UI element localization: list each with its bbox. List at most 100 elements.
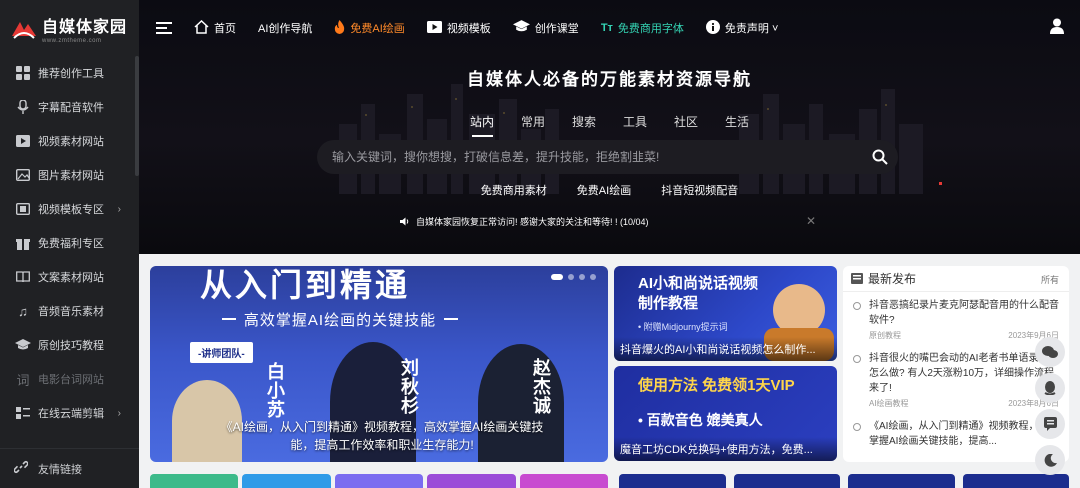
nav-free-ai-painting[interactable]: 免费AI绘画 (334, 19, 405, 37)
nav-home[interactable]: 首页 (194, 19, 236, 37)
nav-label: 免责声明 ˅ (724, 23, 779, 35)
close-icon[interactable]: ✕ (806, 214, 816, 228)
user-icon[interactable] (1050, 18, 1064, 34)
site-logo[interactable]: 自媒体家园 www.zmtheme.com (0, 0, 139, 56)
menu-toggle-icon[interactable] (156, 22, 172, 34)
nav-creation-class[interactable]: 创作课堂 (512, 20, 579, 36)
sidebar-footer-label: 友情链接 (38, 463, 82, 476)
logo-title: 自媒体家园 (42, 18, 128, 36)
card-thumb[interactable] (848, 474, 955, 488)
tab-site[interactable]: 站内 (457, 113, 508, 137)
featured-carousel[interactable]: 从入门到精通 高效掌握AI绘画的关键技能 -讲师团队- 白小苏 刘秋杉 赵杰诚 … (150, 266, 608, 462)
sidebar: 自媒体家园 www.zmtheme.com 推荐创作工具 字幕配音软件 视频素材… (0, 0, 139, 488)
sidebar-item-label: 图片素材网站 (38, 170, 104, 182)
carousel-dot[interactable] (590, 274, 596, 280)
sidebar-item-tutorials[interactable]: 原创技巧教程 (0, 328, 139, 362)
card-thumb[interactable] (427, 474, 516, 488)
sidebar-item-image-materials[interactable]: 图片素材网站 (0, 158, 139, 192)
lecturer-name: 刘秋杉 (399, 358, 419, 415)
view-all-link[interactable]: 所有 (1041, 273, 1059, 286)
qq-icon[interactable] (1035, 373, 1065, 403)
floating-toolbar (1035, 337, 1065, 475)
news-icon (851, 273, 863, 284)
search-input[interactable] (332, 150, 852, 164)
card-thumb[interactable] (519, 474, 609, 488)
more-cards-row-right (619, 474, 1069, 488)
nav-label: 免费商用字体 (617, 23, 684, 35)
card-thumb[interactable] (619, 474, 726, 488)
font-icon: Tт (600, 22, 613, 34)
tab-life[interactable]: 生活 (712, 113, 763, 137)
tab-tools[interactable]: 工具 (610, 113, 661, 137)
nav-video-templates[interactable]: 视频模板 (426, 20, 491, 36)
promo-card-ai-monk[interactable]: AI小和尚说话视频制作教程 • 附赠Midjourny提示词 抖音爆火的AI小和… (614, 266, 837, 361)
promo-card-caption: 魔音工坊CDK兑换码+使用方法，免费... (614, 437, 837, 461)
sidebar-item-subtitle-dubbing[interactable]: 字幕配音软件 (0, 90, 139, 124)
card-thumb[interactable] (334, 474, 424, 488)
music-note-icon: ♫ (18, 303, 28, 319)
announcement-text[interactable]: 自媒体家园恢复正常访问! 感谢大家的关注和等待! ! (10/04) (416, 215, 649, 228)
sidebar-item-label: 视频模板专区 (38, 204, 104, 216)
search-icon[interactable] (872, 149, 888, 165)
carousel-dot[interactable] (568, 274, 574, 280)
announcement-bar: 自媒体家园恢复正常访问! 感谢大家的关注和等待! ! (10/04) (400, 215, 825, 228)
text-word-icon: 词 (16, 372, 30, 388)
nav-free-fonts[interactable]: Tт 免费商用字体 (601, 20, 684, 36)
sidebar-item-free-benefits[interactable]: 免费福利专区 (0, 226, 139, 260)
search-bar (317, 140, 898, 174)
latest-posts-header: 最新发布 所有 (843, 266, 1069, 292)
sidebar-item-video-templates[interactable]: 视频模板专区 › (0, 192, 139, 226)
nav-label: 免费AI绘画 (350, 23, 405, 35)
info-icon (705, 19, 720, 37)
sidebar-item-movie-lines[interactable]: 词 电影台词网站 (0, 362, 139, 396)
tab-common[interactable]: 常用 (508, 113, 559, 137)
news-item-title: 《AI绘画，从入门到精通》视频教程，高效掌握AI绘画关键技能，提高... (869, 421, 1059, 447)
sidebar-item-label: 音频音乐素材 (38, 306, 104, 318)
lecturer-name: 赵杰诚 (531, 358, 551, 415)
card-thumb[interactable] (733, 474, 840, 488)
tab-community[interactable]: 社区 (661, 113, 712, 137)
link-icon (13, 460, 32, 477)
sidebar-item-label: 电影台词网站 (38, 374, 104, 386)
chevron-right-icon: › (117, 203, 121, 215)
sidebar-item-cloud-editing[interactable]: 在线云端剪辑 › (0, 396, 139, 430)
sidebar-item-label: 字幕配音软件 (38, 102, 104, 114)
home-icon (194, 19, 209, 37)
image-icon (14, 167, 32, 183)
promo-card-voice-vip[interactable]: 使用方法 免费领1天VIP • 百款音色 媲美真人 魔音工坊CDK兑换码+使用方… (614, 366, 837, 461)
quick-link-free-commercial[interactable]: 免费商用素材 (481, 182, 547, 198)
nav-disclaimer[interactable]: 免责声明 ˅ (705, 19, 779, 37)
card-thumb[interactable] (962, 474, 1069, 488)
carousel-headline: 从入门到精通 (200, 267, 411, 303)
sidebar-item-audio-music[interactable]: ♫ 音频音乐素材 (0, 294, 139, 328)
sidebar-item-friend-links[interactable]: 友情链接 (0, 448, 139, 488)
news-item-category[interactable]: AI绘画教程 (869, 398, 909, 409)
promo-card-caption: 抖音爆火的AI小和尚说话视频怎么制作... (614, 337, 837, 361)
video-play-icon (426, 20, 442, 36)
carousel-dot[interactable] (551, 274, 563, 280)
logo-mark-icon (12, 22, 36, 39)
sidebar-item-copywriting[interactable]: 文案素材网站 (0, 260, 139, 294)
carousel-caption[interactable]: 《AI绘画，从入门到精通》视频教程，高效掌握AI绘画关键技能，提高工作效率和职业… (212, 418, 552, 454)
nav-label: AI创作导航 (258, 23, 313, 35)
nav-ai-creation[interactable]: AI创作导航 (258, 20, 312, 36)
sidebar-item-recommended-tools[interactable]: 推荐创作工具 (0, 56, 139, 90)
graduation-cap-icon (512, 20, 530, 36)
hero-banner: 首页 AI创作导航 免费AI绘画 视频模板 创作课堂 Tт 免费商用字体 免责声… (139, 0, 1080, 254)
top-navigation: 首页 AI创作导航 免费AI绘画 视频模板 创作课堂 Tт 免费商用字体 免责声… (139, 0, 1080, 56)
sidebar-menu: 推荐创作工具 字幕配音软件 视频素材网站 图片素材网站 视频模板专区 › 免费福… (0, 56, 139, 430)
fire-icon (334, 19, 345, 37)
sidebar-item-label: 文案素材网站 (38, 272, 104, 284)
tab-search[interactable]: 搜索 (559, 113, 610, 137)
wechat-icon[interactable] (1035, 337, 1065, 367)
grid-icon (14, 65, 32, 81)
card-thumb[interactable] (150, 474, 239, 488)
sidebar-item-video-materials[interactable]: 视频素材网站 (0, 124, 139, 158)
news-item-category[interactable]: 原创教程 (869, 330, 901, 341)
card-thumb[interactable] (242, 474, 331, 488)
carousel-dot[interactable] (579, 274, 585, 280)
moon-icon[interactable] (1035, 445, 1065, 475)
comment-icon[interactable] (1035, 409, 1065, 439)
quick-link-free-ai-painting[interactable]: 免费AI绘画 (577, 182, 631, 198)
quick-link-douyin-dubbing[interactable]: 抖音短视频配音 (661, 182, 738, 198)
